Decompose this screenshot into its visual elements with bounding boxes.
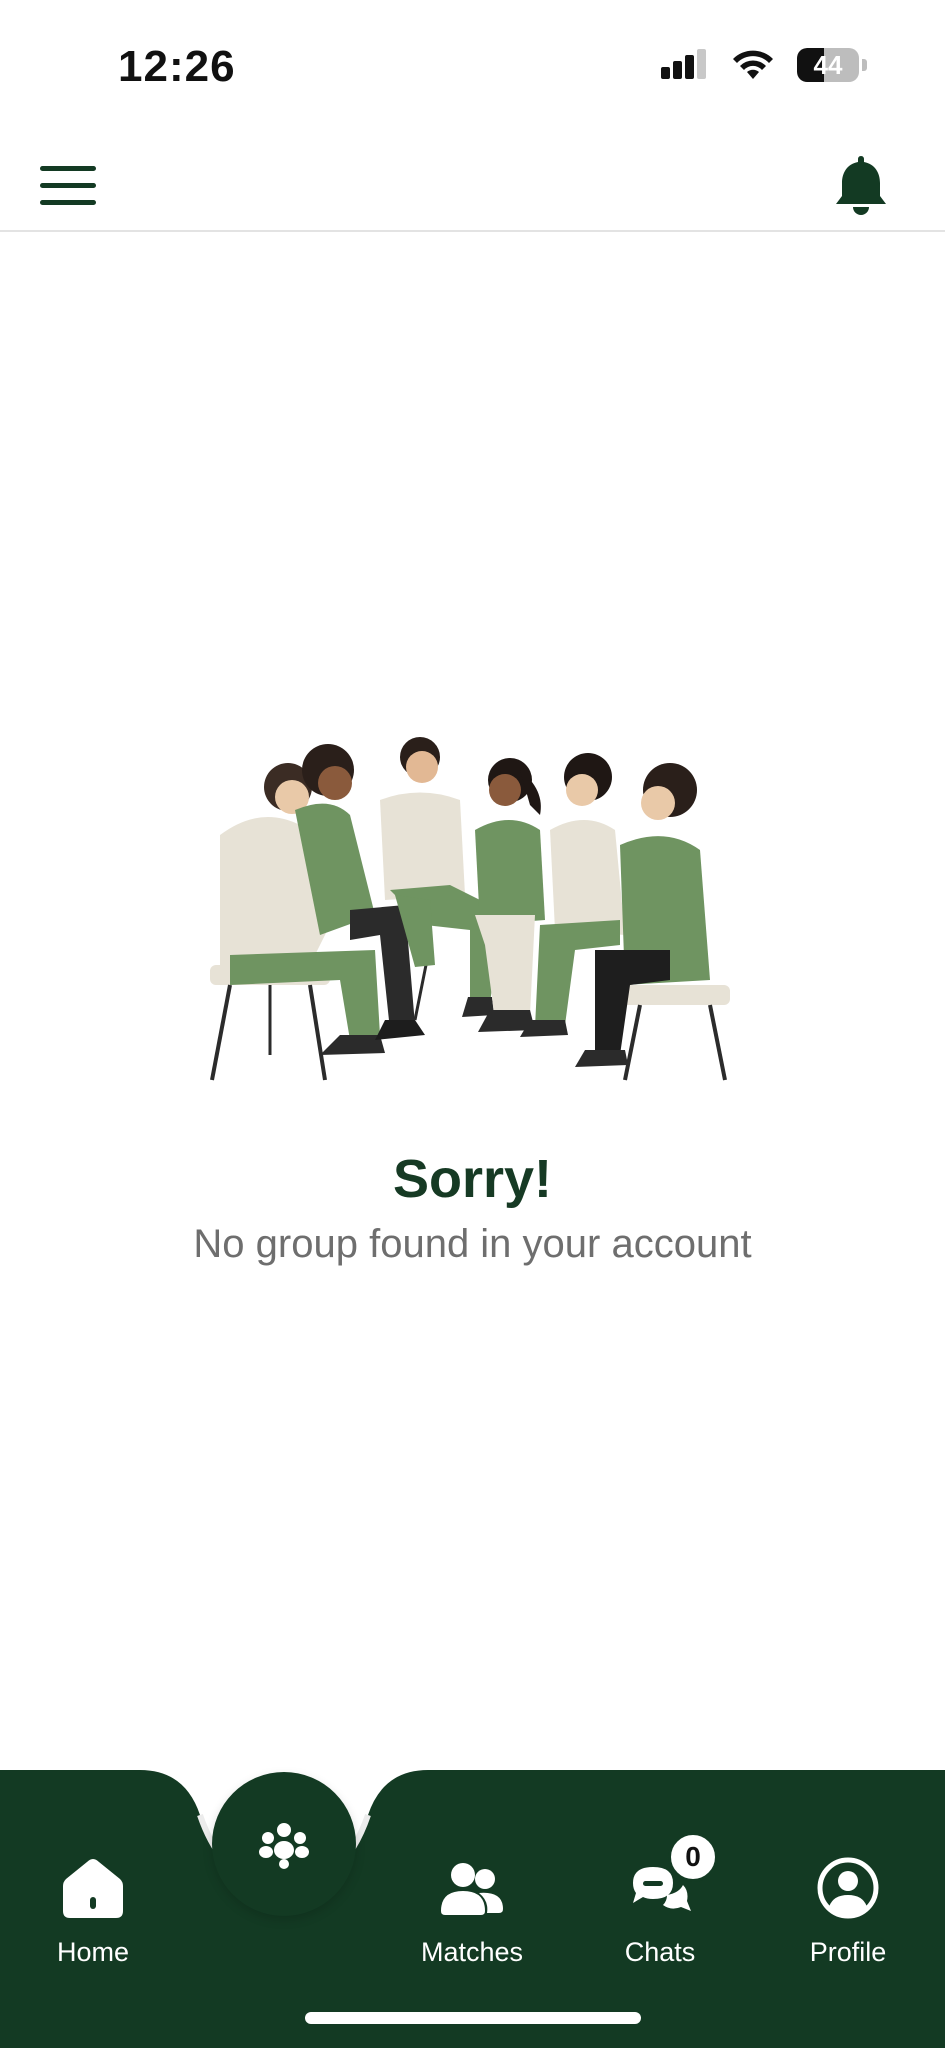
home-indicator [305,2012,641,2024]
nav-item-profile[interactable]: Profile [773,1855,923,1985]
nav-item-label: Matches [420,1937,524,1967]
wifi-icon [733,50,773,79]
chats-unread-badge: 0 [668,1832,718,1882]
nav-item-chats[interactable]: Chats [585,1855,735,1985]
empty-state-title: Sorry! [392,1149,553,1209]
status-time: 12:26 [118,42,236,91]
nav-item-home[interactable]: Home [18,1855,168,1985]
app-header [0,140,945,232]
nav-item-matches[interactable]: Matches [397,1855,547,1985]
empty-state-subtitle: No group found in your account [193,1222,752,1266]
hamburger-menu-icon[interactable] [40,164,96,208]
nav-item-label: Profile [809,1937,887,1967]
battery-level-text: 44 [813,50,843,80]
users-icon [441,1863,503,1915]
battery-icon: 44 [797,48,859,82]
battery-cap [862,59,867,71]
user-circle-icon [817,1857,879,1919]
group-of-people-illustration [210,737,730,1081]
group-icon [259,1823,309,1869]
nav-item-label: Chats [624,1937,696,1967]
status-bar: 12:26 44 [0,0,945,140]
nav-item-label: Home [56,1937,130,1967]
status-icons: 44 [661,48,867,82]
home-icon [63,1859,123,1918]
bell-icon[interactable] [832,154,890,218]
cellular-signal-icon [661,49,706,79]
groups-center-button[interactable] [212,1772,356,1916]
